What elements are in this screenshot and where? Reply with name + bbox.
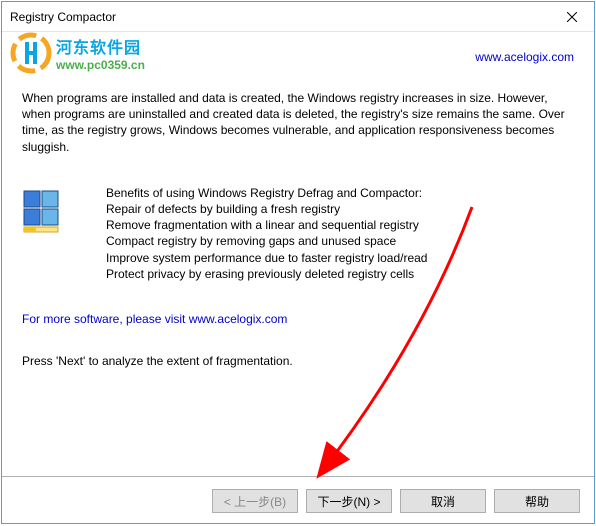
benefit-item: Improve system performance due to faster… xyxy=(106,250,427,266)
acelogix-link[interactable]: www.acelogix.com xyxy=(475,50,574,64)
intro-text: When programs are installed and data is … xyxy=(2,80,594,155)
benefit-item: Remove fragmentation with a linear and s… xyxy=(106,217,427,233)
close-icon xyxy=(567,12,577,22)
press-next-text: Press 'Next' to analyze the extent of fr… xyxy=(2,326,594,368)
wizard-content: 河东软件园 www.pc0359.cn www.acelogix.com Whe… xyxy=(2,32,594,368)
cancel-button[interactable]: 取消 xyxy=(400,489,486,513)
titlebar: Registry Compactor xyxy=(2,2,594,32)
benefits-text: Benefits of using Windows Registry Defra… xyxy=(106,185,427,282)
benefits-section: Benefits of using Windows Registry Defra… xyxy=(2,155,594,282)
window-title: Registry Compactor xyxy=(10,10,549,24)
benefit-item: Protect privacy by erasing previously de… xyxy=(106,266,427,282)
help-button[interactable]: 帮助 xyxy=(494,489,580,513)
watermark-url: www.pc0359.cn xyxy=(56,58,145,72)
separator-line xyxy=(2,476,594,477)
registry-icon xyxy=(22,189,66,233)
back-button: < 上一步(B) xyxy=(212,489,298,513)
next-button[interactable]: 下一步(N) > xyxy=(306,489,392,513)
close-button[interactable] xyxy=(549,2,594,32)
benefit-item: Repair of defects by building a fresh re… xyxy=(106,201,427,217)
watermark: 河东软件园 www.pc0359.cn xyxy=(10,32,145,74)
benefits-heading: Benefits of using Windows Registry Defra… xyxy=(106,185,427,201)
wizard-buttons: < 上一步(B) 下一步(N) > 取消 帮助 xyxy=(212,489,580,513)
more-software-link[interactable]: For more software, please visit www.acel… xyxy=(2,282,594,326)
watermark-text-block: 河东软件园 www.pc0359.cn xyxy=(56,34,145,72)
benefit-item: Compact registry by removing gaps and un… xyxy=(106,233,427,249)
watermark-logo-icon xyxy=(10,32,52,74)
watermark-title: 河东软件园 xyxy=(56,34,145,58)
header-row: 河东软件园 www.pc0359.cn www.acelogix.com xyxy=(2,32,594,80)
wizard-window: Registry Compactor 河东软件园 www.pc0359.cn xyxy=(1,1,595,524)
